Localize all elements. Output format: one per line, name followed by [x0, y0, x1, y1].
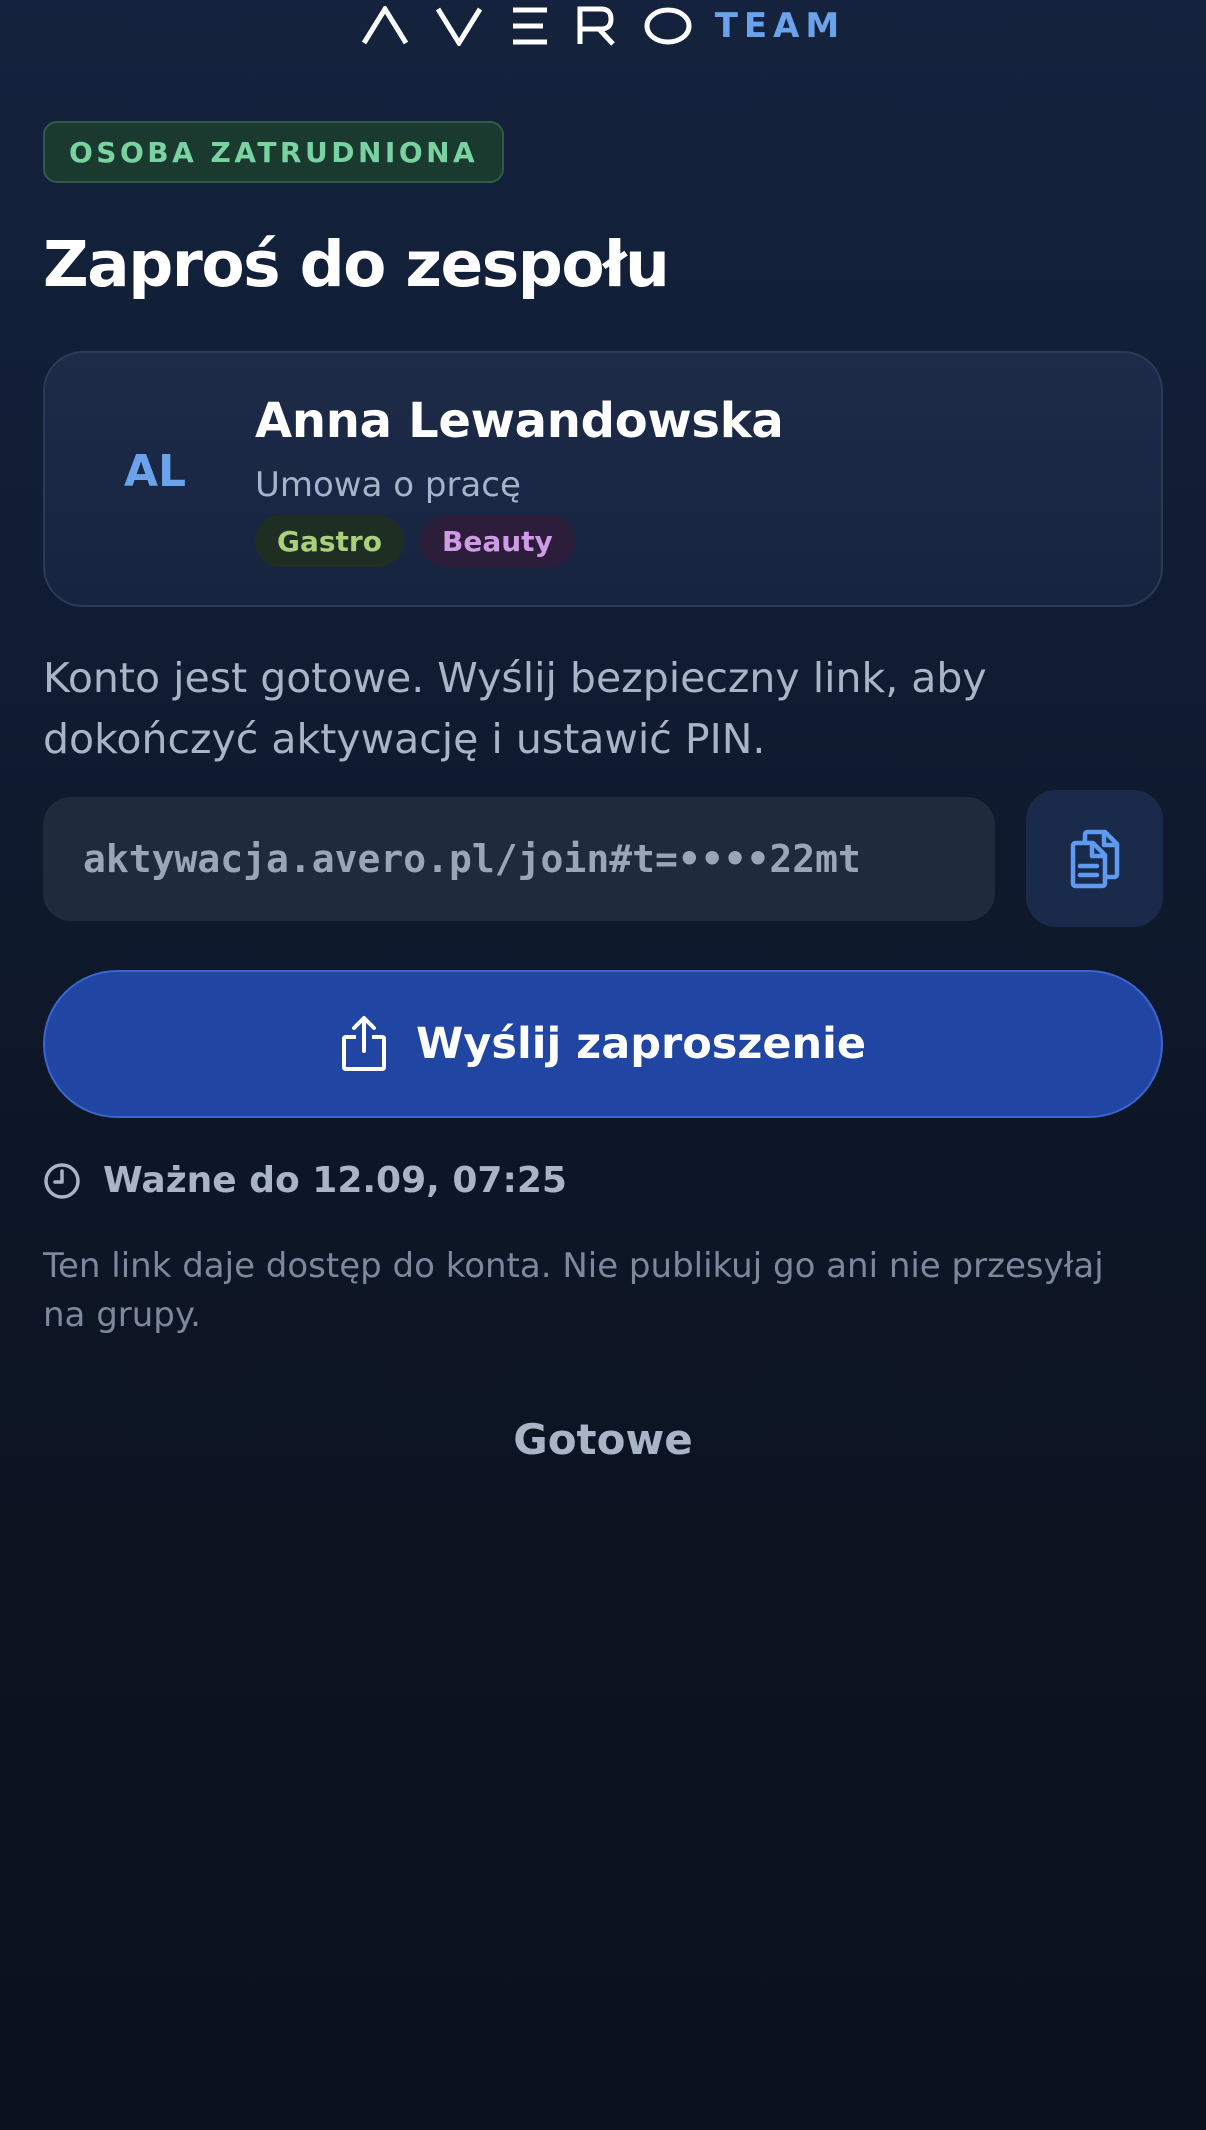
brand-logo: TEAM	[0, 6, 1206, 46]
share-icon	[341, 1016, 386, 1071]
person-card: AL Anna Lewandowska Umowa o pracę Gastro…	[43, 351, 1163, 607]
expiry-info: Ważne do 12.09, 07:25	[43, 1160, 567, 1201]
avero-wordmark	[361, 6, 693, 46]
copy-link-button[interactable]	[1026, 790, 1163, 927]
avatar: AL	[123, 445, 187, 497]
logo-letter-v	[435, 7, 482, 46]
copy-icon	[1070, 829, 1119, 888]
brand-suffix: TEAM	[714, 6, 846, 46]
send-invite-button[interactable]: Wyślij zaproszenie	[43, 970, 1163, 1118]
send-invite-label: Wyślij zaproszenie	[415, 1019, 867, 1069]
clock-icon	[44, 1162, 80, 1199]
done-button[interactable]: Gotowe	[0, 1415, 1206, 1464]
info-text: Konto jest gotowe. Wyślij bezpieczny lin…	[43, 654, 987, 763]
role-badge: OSOBA ZATRUDNIONA	[43, 121, 505, 183]
tag-beauty: Beauty	[419, 515, 575, 567]
logo-letter-a	[361, 6, 408, 45]
tag-gastro: Gastro	[255, 515, 404, 567]
security-warning: Ten link daje dostęp do konta. Nie publi…	[43, 1246, 1104, 1335]
logo-letter-o	[644, 7, 692, 45]
person-name: Anna Lewandowska	[255, 393, 784, 449]
invite-screen: TEAM OSOBA ZATRUDNIONA Zaproś do zespołu…	[0, 0, 1206, 2130]
expiry-text: Ważne do 12.09, 07:25	[103, 1160, 567, 1201]
logo-letter-e	[512, 7, 547, 45]
page-title: Zaproś do zespołu	[43, 228, 670, 301]
person-contract-type: Umowa o pracę	[255, 465, 521, 505]
person-tags: Gastro Beauty	[255, 515, 575, 567]
logo-letter-r	[577, 6, 615, 46]
activation-link-field[interactable]: aktywacja.avero.pl/join#t=••••22mt	[43, 797, 995, 921]
